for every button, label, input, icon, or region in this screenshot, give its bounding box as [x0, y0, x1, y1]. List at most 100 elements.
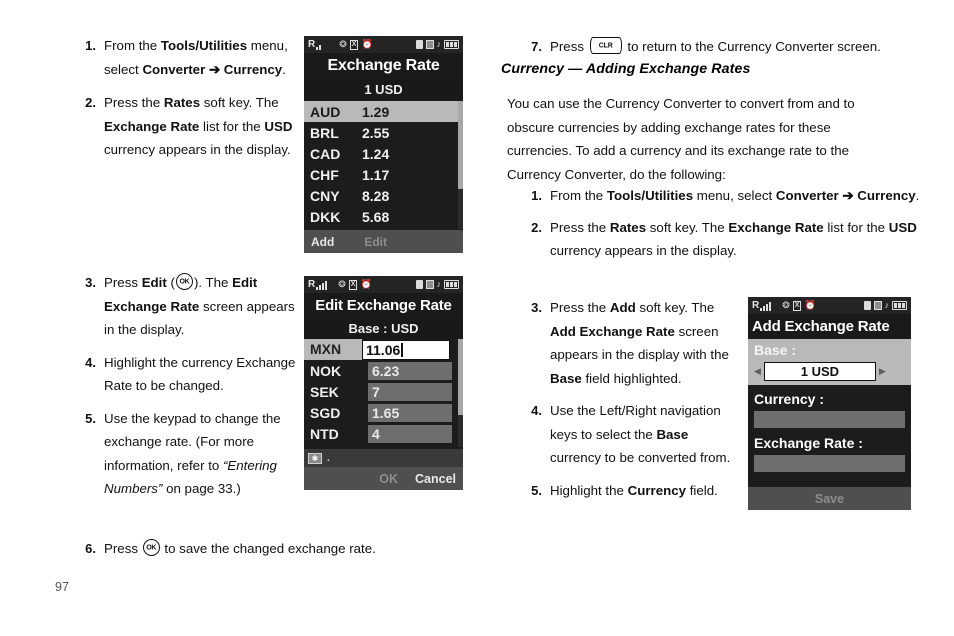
softkey-ok[interactable]: OK — [379, 472, 398, 486]
scrollbar[interactable] — [458, 339, 463, 447]
plain-text: Press — [550, 39, 588, 54]
table-row[interactable]: SGD 1.65 — [304, 402, 463, 423]
rate-field[interactable]: 4 — [368, 424, 452, 443]
softkey-add[interactable]: Add — [311, 235, 334, 249]
rate-field[interactable]: 7 — [368, 382, 452, 401]
currency-code: NTD — [310, 425, 339, 442]
scrollbar[interactable] — [458, 101, 463, 229]
plain-text: Press the — [550, 219, 610, 235]
currency-code: BRL — [310, 124, 339, 141]
emphasis-text: Currency — [223, 61, 283, 77]
plain-text: Press — [104, 541, 142, 556]
exchange-rate-input[interactable] — [754, 455, 905, 472]
scrollbar-thumb[interactable] — [458, 339, 463, 415]
emphasis-text: Rates — [609, 219, 647, 235]
table-row[interactable]: DKK 5.68 — [304, 206, 463, 227]
plain-text: to return to the Currency Converter scre… — [623, 39, 881, 54]
base-field-group[interactable]: Base : ◀ 1 USD ▶ — [748, 339, 911, 385]
right-steps-1-2: 1. From the Tools/Utilities menu, select… — [520, 184, 920, 263]
plain-text: soft key. The — [646, 219, 729, 235]
step-text: Press the Add soft key. The Add Exchange… — [520, 296, 742, 390]
table-row[interactable]: CAD 1.24 — [304, 143, 463, 164]
screen-subtitle: 1 USD — [304, 79, 463, 101]
left-step-1: 1. From the Tools/Utilities menu, select… — [74, 34, 304, 81]
plain-text: . — [915, 188, 920, 203]
plain-text: ). The — [193, 275, 233, 290]
step-text: From the Tools/Utilities menu, select Co… — [520, 184, 920, 208]
chevron-right-icon[interactable]: ▶ — [879, 367, 886, 376]
softkey-cancel[interactable]: Cancel — [415, 472, 456, 486]
chevron-left-icon[interactable]: ◀ — [754, 367, 761, 376]
plain-text: field. — [686, 482, 718, 498]
emphasis-text: Tools/Utilities — [160, 38, 248, 53]
rate-list[interactable]: AUD 1.29 BRL 2.55 CAD 1.24 CHF 1.17 CNY … — [304, 101, 463, 229]
step-text: Press Edit (). The Edit Exchange Rate sc… — [74, 271, 300, 342]
base-value[interactable]: 1 USD — [763, 362, 876, 381]
plain-text: soft key. The — [635, 300, 715, 315]
screenshot-add-exchange-rate: R ❂ X ⏰ ♪ Add Exchange Rate Base : ◀ 1 U… — [748, 297, 911, 510]
step-text: Press to return to the Currency Converte… — [520, 35, 920, 59]
screen-title: Exchange Rate — [304, 53, 463, 79]
soft-key-bar: Add Edit — [304, 230, 463, 253]
right-steps-3-5: 3. Press the Add soft key. The Add Excha… — [520, 296, 742, 502]
table-row[interactable]: SEK 7 — [304, 381, 463, 402]
step-number: 1. — [85, 38, 96, 53]
ok-key-icon — [142, 539, 160, 556]
step-text: Use the Left/Right navigation keys to se… — [520, 399, 742, 470]
input-mode-icon[interactable]: ✱ — [308, 452, 322, 464]
battery-icon — [444, 280, 459, 289]
softkey-edit[interactable]: Edit — [364, 235, 387, 249]
softkey-save[interactable]: Save — [815, 492, 844, 506]
currency-code: DKK — [310, 208, 341, 225]
status-bar: R ❂ X ⏰ ♪ — [748, 297, 911, 314]
emphasis-text: Base — [550, 370, 582, 386]
table-row[interactable]: CHF 1.17 — [304, 164, 463, 185]
currency-field-group[interactable]: Currency : — [748, 385, 911, 428]
table-row[interactable]: NOK 6.23 — [304, 360, 463, 381]
soft-key-bar: OK Cancel — [304, 467, 463, 490]
punctuation-icon[interactable]: . — [327, 453, 330, 464]
alarm-clock-icon: ⏰ — [804, 300, 816, 310]
currency-rate: 8.28 — [362, 187, 390, 204]
currency-rate: 1.29 — [362, 103, 390, 120]
base-label: Base : — [754, 342, 797, 358]
step-text: Press the Rates soft key. The Exchange R… — [74, 91, 304, 162]
right-step-7-wrap: 7. Press to return to the Currency Conve… — [520, 35, 920, 59]
step-number: 5. — [85, 410, 96, 426]
rate-input[interactable]: 11.06 — [362, 339, 450, 360]
step-number: 3. — [531, 300, 542, 315]
soft-key-bar: Save — [748, 487, 911, 510]
plain-text: currency appears in the display. — [104, 142, 291, 157]
scrollbar-thumb[interactable] — [458, 101, 463, 189]
step-text: Highlight the Currency field. — [520, 479, 742, 503]
currency-code: AUD — [310, 103, 341, 120]
table-row[interactable]: NTD 4 — [304, 423, 463, 444]
step-text: From the Tools/Utilities menu, select Co… — [74, 34, 304, 81]
screen-title: Edit Exchange Rate — [304, 293, 463, 318]
roaming-indicator: R — [752, 299, 760, 311]
right-step-5: 5. Highlight the Currency field. — [520, 479, 742, 503]
table-row[interactable]: AUD 1.29 — [304, 101, 463, 122]
signal-icon: R — [308, 39, 322, 50]
rate-value: 7 — [372, 383, 380, 400]
currency-input[interactable] — [754, 411, 905, 428]
plain-text: Highlight the — [550, 482, 628, 498]
rate-field[interactable]: 6.23 — [368, 361, 452, 380]
rate-field-group[interactable]: Exchange Rate : — [748, 428, 911, 472]
plain-text: Press the — [104, 95, 164, 110]
music-note-icon: ♪ — [884, 300, 890, 310]
table-row[interactable]: BRL 2.55 — [304, 122, 463, 143]
message-icon — [415, 40, 423, 49]
edit-rate-list[interactable]: MXN 11.06 NOK 6.23 SEK 7 SGD 1.65 NTD 4 — [304, 339, 463, 447]
table-row[interactable]: CNY 8.28 — [304, 185, 463, 206]
plain-text: on page 33.) — [162, 481, 241, 496]
input-mode-bar: ✱ . — [304, 449, 463, 467]
step-number: 6. — [85, 541, 96, 556]
step-number: 7. — [531, 39, 542, 54]
currency-rate: 1.17 — [362, 166, 390, 183]
rate-field[interactable]: 1.65 — [368, 403, 452, 422]
plain-text: From the — [104, 38, 161, 53]
plain-text: menu, select — [693, 188, 776, 203]
step-number: 5. — [531, 482, 542, 498]
table-row[interactable]: MXN 11.06 — [304, 339, 463, 360]
